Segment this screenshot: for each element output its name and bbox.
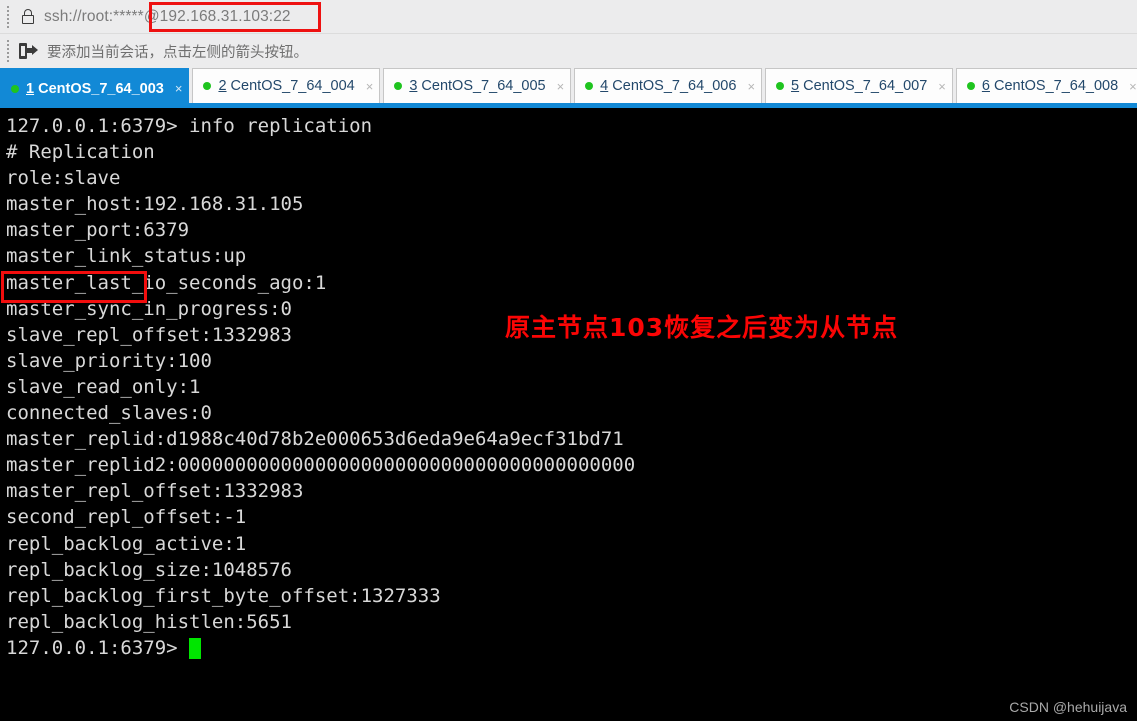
session-tab-centos_7_64_004[interactable]: 2 CentOS_7_64_004 ×: [192, 68, 381, 103]
terminal-line: repl_backlog_size:1048576: [6, 558, 292, 581]
address-bar-row: ssh://root:*****@192.168.31.103:22: [0, 0, 1137, 34]
app-window: ssh://root:*****@192.168.31.103:22 要添加当前…: [0, 0, 1137, 721]
session-tab-centos_7_64_007[interactable]: 5 CentOS_7_64_007 ×: [765, 68, 953, 103]
tab-status-dot: [203, 82, 212, 90]
tab-close-icon[interactable]: ×: [1129, 80, 1137, 93]
session-tab-bar[interactable]: 1 CentOS_7_64_003 × 2 CentOS_7_64_004 × 3 Ce…: [0, 68, 1137, 108]
tab-index: 6: [981, 78, 990, 94]
terminal-line: # Replication: [6, 141, 155, 164]
terminal-line: slave_priority:100: [6, 349, 212, 372]
terminal-line: master_replid2:0000000000000000000000000…: [6, 454, 636, 477]
terminal-line: master_host:192.168.31.105: [6, 193, 304, 216]
add-session-hint-row: 要添加当前会话，点击左侧的箭头按钮。: [0, 34, 1137, 68]
tab-index: 1: [26, 80, 35, 97]
terminal-line: 127.0.0.1:6379> info replication: [6, 115, 373, 137]
tab-label: 6 CentOS_7_64_008: [981, 78, 1119, 94]
tab-status-dot: [394, 82, 403, 90]
tab-index: 3: [409, 78, 418, 94]
terminal-line: repl_backlog_first_byte_offset:1327333: [6, 584, 441, 607]
address-field[interactable]: ssh://root:*****@192.168.31.103:22: [44, 8, 291, 26]
terminal-line: master_link_status:up: [6, 245, 247, 268]
terminal-line: repl_backlog_active:1: [6, 532, 247, 555]
terminal-line: master_last_io_seconds_ago:1: [6, 271, 327, 294]
add-session-hint-text: 要添加当前会话，点击左侧的箭头按钮。: [47, 44, 308, 61]
add-session-arrow-icon[interactable]: [19, 43, 38, 59]
tab-status-dot: [776, 82, 785, 90]
session-tab-centos_7_64_006[interactable]: 4 CentOS_7_64_006 ×: [574, 68, 763, 103]
terminal-line: repl_backlog_histlen:5651: [6, 610, 292, 633]
tab-label: 4 CentOS_7_64_006: [600, 78, 737, 94]
address-prefix-text: ssh://root:*****: [44, 7, 144, 25]
terminal-line: connected_slaves:0: [6, 402, 212, 425]
tab-close-icon[interactable]: ×: [938, 80, 946, 93]
annotation-note: 原主节点103恢复之后变为从节点: [505, 313, 899, 342]
terminal-line: role:slave: [6, 167, 121, 190]
tab-close-icon[interactable]: ×: [175, 82, 183, 95]
terminal-output-pane[interactable]: 127.0.0.1:6379> info replication # Replic…: [0, 108, 1137, 721]
terminal-cursor: [188, 637, 201, 659]
tab-label: 1 CentOS_7_64_003: [26, 80, 164, 97]
tab-label: 3 CentOS_7_64_005: [409, 78, 546, 94]
tab-label: 5 CentOS_7_64_007: [791, 78, 928, 94]
top-toolbar: ssh://root:*****@192.168.31.103:22 要添加当前…: [0, 0, 1137, 68]
address-host-text: @192.168.31.103:22: [143, 7, 291, 25]
tab-status-dot: [966, 82, 975, 90]
tab-status-dot: [11, 84, 19, 93]
drag-grip-icon[interactable]: [3, 5, 13, 28]
tab-close-icon[interactable]: ×: [366, 80, 374, 93]
tab-label: 2 CentOS_7_64_004: [218, 78, 355, 94]
terminal-line: master_repl_offset:1332983: [6, 480, 304, 503]
session-tab-centos_7_64_003[interactable]: 1 CentOS_7_64_003 ×: [0, 68, 190, 108]
tab-close-icon[interactable]: ×: [557, 80, 565, 93]
lock-icon: [21, 8, 35, 25]
tab-status-dot: [585, 82, 594, 90]
tab-index: 2: [218, 78, 227, 94]
tab-index: 4: [600, 78, 609, 94]
terminal-text: 127.0.0.1:6379> info replication # Replic…: [6, 113, 635, 661]
drag-grip-icon-secondary[interactable]: [3, 40, 13, 62]
session-tab-centos_7_64_005[interactable]: 3 CentOS_7_64_005 ×: [383, 68, 572, 103]
session-tab-centos_7_64_008[interactable]: 6 CentOS_7_64_008 ×: [955, 68, 1137, 103]
terminal-line: second_repl_offset:-1: [6, 506, 247, 529]
tab-index: 5: [791, 78, 800, 94]
tab-close-icon[interactable]: ×: [747, 80, 755, 93]
watermark-text: CSDN @hehuijava: [1009, 699, 1127, 715]
terminal-line: master_port:6379: [6, 219, 190, 242]
terminal-prompt-line: 127.0.0.1:6379>: [6, 635, 635, 661]
terminal-line: slave_read_only:1: [6, 375, 201, 398]
terminal-line: master_replid:d1988c40d78b2e000653d6eda9…: [6, 428, 624, 451]
terminal-prompt: 127.0.0.1:6379>: [6, 636, 178, 659]
